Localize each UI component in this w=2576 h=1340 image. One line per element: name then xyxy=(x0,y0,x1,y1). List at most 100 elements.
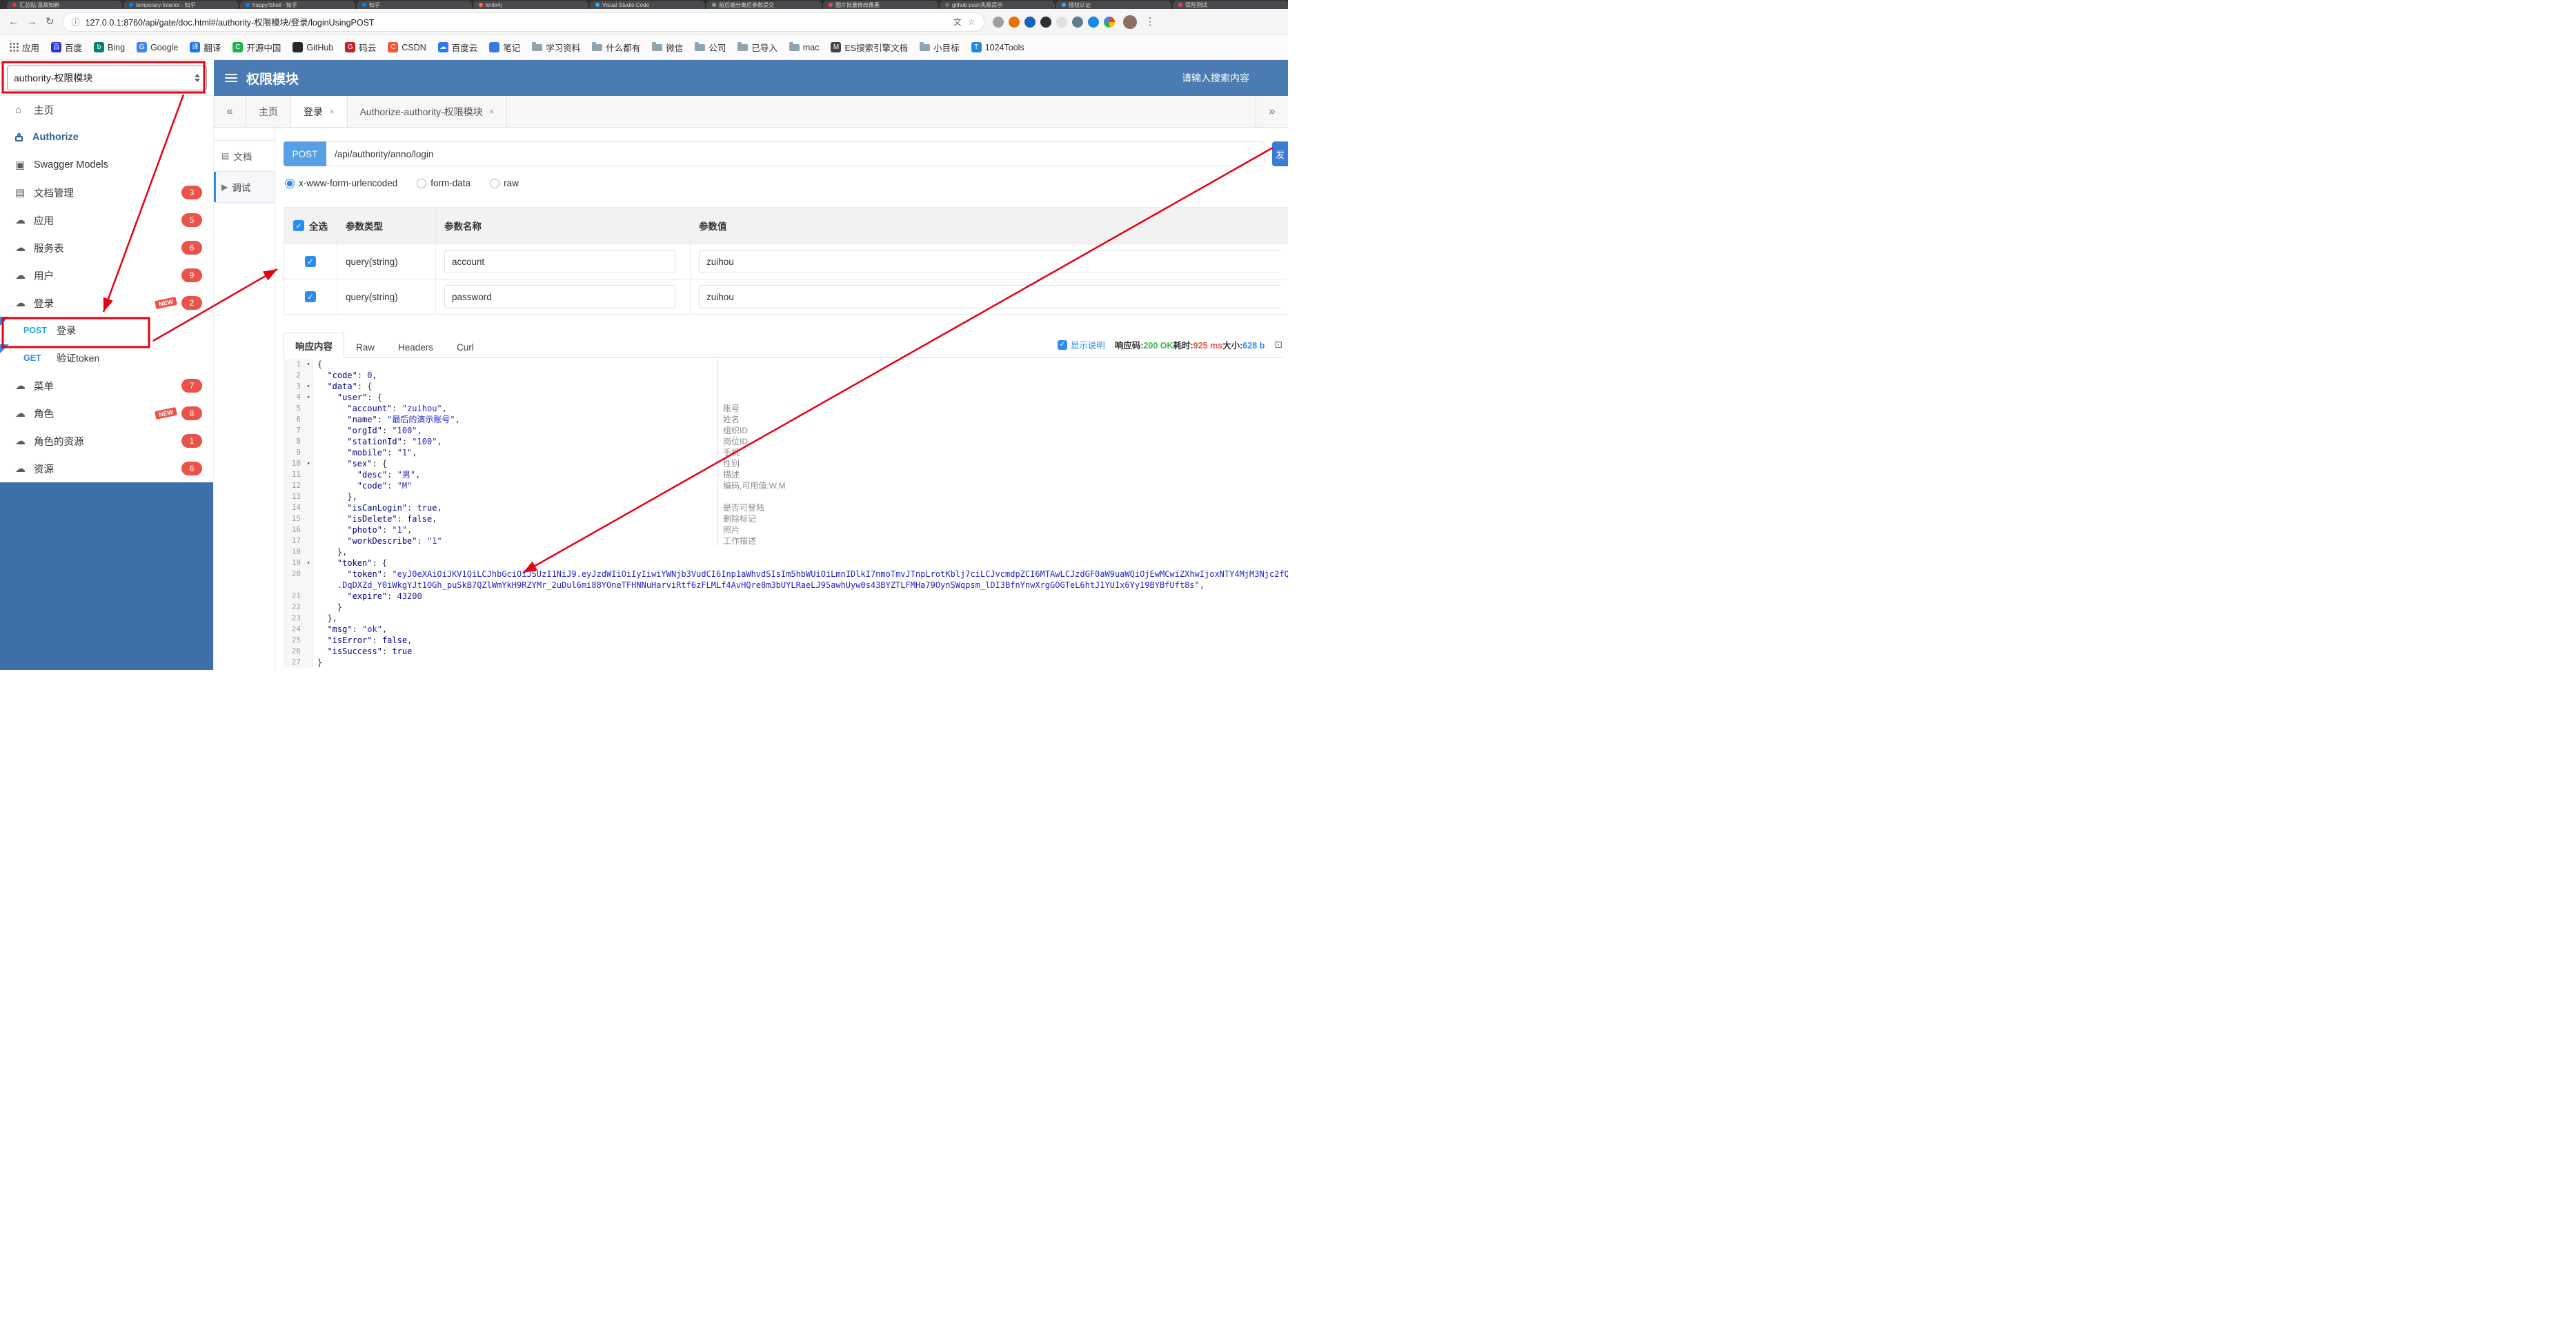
content-type-radio[interactable]: x-www-form-urlencoded xyxy=(285,178,397,188)
bookmark-item[interactable]: 什么都有 xyxy=(592,41,640,54)
browser-tab[interactable]: github push失败提示 xyxy=(940,1,1055,9)
fold-arrow-icon[interactable] xyxy=(304,502,313,513)
hamburger-icon[interactable] xyxy=(225,74,237,82)
bookmark-item[interactable]: C 开源中国 xyxy=(232,41,281,54)
response-tab[interactable]: Curl xyxy=(445,336,486,358)
sidebar-item-doc-manage[interactable]: ▤ 文档管理 3 xyxy=(0,179,213,206)
fold-arrow-icon[interactable] xyxy=(304,580,313,591)
sidebar-item-role[interactable]: ☁ 角色 NEW 8 xyxy=(0,400,213,427)
browser-tab[interactable]: temporary-Interior - 知乎 xyxy=(123,1,239,9)
fold-arrow-icon[interactable] xyxy=(304,546,313,558)
content-type-radio[interactable]: form-data xyxy=(417,178,470,188)
bookmark-item[interactable]: mac xyxy=(789,41,819,52)
response-editor[interactable]: 1 ▾{2 "code": 0, 3 ▾ "data": {4 ▾ "user": {5… xyxy=(284,359,1288,670)
sidebar-api-verify-token-get[interactable]: GET 验证token xyxy=(0,344,213,372)
fold-arrow-icon[interactable] xyxy=(304,469,313,480)
content-type-radio[interactable]: raw xyxy=(490,178,519,188)
browser-tab[interactable]: happy/Shell - 知乎 xyxy=(240,1,355,9)
bookmark-item[interactable]: M ES搜索引擎文档 xyxy=(831,41,908,54)
fold-arrow-icon[interactable] xyxy=(304,425,313,436)
browser-tab[interactable]: 知乎 xyxy=(357,1,472,9)
extension-icon[interactable] xyxy=(1103,16,1115,28)
sidebar-item-role-resource[interactable]: ☁ 角色的资源 1 xyxy=(0,427,213,455)
info-icon[interactable]: ⓘ xyxy=(72,16,80,28)
browser-tab[interactable]: 保险测试 xyxy=(1173,1,1288,9)
close-tab-icon[interactable]: × xyxy=(329,106,335,117)
fold-arrow-icon[interactable] xyxy=(304,480,313,491)
fold-arrow-icon[interactable] xyxy=(304,569,313,580)
sidebar-item-home[interactable]: ⌂ 主页 xyxy=(0,96,213,124)
fold-arrow-icon[interactable] xyxy=(304,491,313,502)
translate-icon[interactable]: 文 xyxy=(953,18,962,26)
fold-arrow-icon[interactable] xyxy=(304,513,313,524)
rail-tab-debug[interactable]: ▶ 调试 xyxy=(214,172,275,203)
extension-icon[interactable] xyxy=(1071,16,1083,28)
bookmark-item[interactable]: T 1024Tools xyxy=(971,42,1024,52)
bookmark-item[interactable]: 已导入 xyxy=(737,41,777,54)
bookmark-item[interactable]: 小目标 xyxy=(920,41,960,54)
sidebar-item-login[interactable]: ☁ 登录 NEW 2 xyxy=(0,289,213,317)
tabs-scroll-left-icon[interactable]: « xyxy=(214,96,246,127)
browser-tab[interactable]: 前后端分离后参数提交 xyxy=(706,1,822,9)
fold-arrow-icon[interactable]: ▾ xyxy=(304,392,313,403)
bookmark-item[interactable]: 应用 xyxy=(10,41,39,54)
fold-arrow-icon[interactable]: ▾ xyxy=(304,381,313,392)
bookmark-item[interactable]: C CSDN xyxy=(388,42,426,52)
fold-arrow-icon[interactable] xyxy=(304,370,313,381)
fold-arrow-icon[interactable] xyxy=(304,447,313,458)
param-name-input[interactable]: account xyxy=(444,250,675,273)
fold-arrow-icon[interactable] xyxy=(304,613,313,624)
extension-icon[interactable] xyxy=(1024,16,1036,28)
bookmark-item[interactable]: G Google xyxy=(137,42,178,52)
sidebar-item-menu[interactable]: ☁ 菜单 7 xyxy=(0,372,213,400)
fold-arrow-icon[interactable] xyxy=(304,646,313,657)
doc-tab[interactable]: Authorize-authority-权限模块 × xyxy=(347,96,508,127)
fold-arrow-icon[interactable] xyxy=(304,414,313,425)
fold-arrow-icon[interactable] xyxy=(304,403,313,414)
bookmark-item[interactable]: 笔记 xyxy=(489,41,520,54)
param-name-input[interactable]: password xyxy=(444,285,675,308)
extension-icon[interactable] xyxy=(1056,16,1067,28)
fold-arrow-icon[interactable]: ▾ xyxy=(304,458,313,469)
row-checkbox[interactable]: ✓ xyxy=(305,256,316,267)
response-tab[interactable]: Raw xyxy=(344,336,386,358)
header-search-input[interactable]: 请输入搜索内容 xyxy=(1182,71,1249,85)
sidebar-api-login-post[interactable]: POST 登录 xyxy=(0,317,213,344)
browser-tab[interactable]: 授权认证 xyxy=(1056,1,1171,9)
bookmark-item[interactable]: 学习资料 xyxy=(532,41,580,54)
bookmark-item[interactable]: 公司 xyxy=(695,41,726,54)
browser-tab[interactable]: 汇总贴:温故知新 xyxy=(7,1,122,9)
fold-arrow-icon[interactable] xyxy=(304,635,313,646)
fold-arrow-icon[interactable] xyxy=(304,535,313,546)
bookmark-item[interactable]: G 码云 xyxy=(345,41,376,54)
fold-arrow-icon[interactable] xyxy=(304,591,313,602)
bookmark-item[interactable]: ☁ 百度云 xyxy=(437,41,477,54)
browser-tab[interactable]: 图片批量修改像素 xyxy=(823,1,938,9)
select-all-checkbox[interactable]: ✓ xyxy=(293,220,304,231)
bookmark-star-icon[interactable]: ☆ xyxy=(968,18,975,26)
param-value-input[interactable]: zuihou xyxy=(699,250,1281,273)
forward-icon[interactable]: → xyxy=(27,17,37,27)
response-tab[interactable]: Headers xyxy=(386,336,445,358)
browser-tab[interactable]: knife4j xyxy=(473,1,588,9)
bookmark-item[interactable]: 译翻译 xyxy=(190,41,221,54)
response-tab[interactable]: 响应内容 xyxy=(284,333,344,358)
sidebar-item-service[interactable]: ☁ 服务表 6 xyxy=(0,234,213,262)
fullscreen-icon[interactable]: ⊡ xyxy=(1274,339,1282,351)
send-button[interactable]: 发 xyxy=(1272,141,1288,166)
fold-arrow-icon[interactable] xyxy=(304,657,313,668)
back-icon[interactable]: ← xyxy=(8,17,19,27)
reload-icon[interactable]: ↻ xyxy=(46,17,55,27)
sidebar-item-swagger-models[interactable]: ▣ Swagger Models xyxy=(0,151,213,179)
doc-tab[interactable]: 主页 xyxy=(246,96,291,127)
sidebar-item-resource[interactable]: ☁ 资源 6 xyxy=(0,455,213,482)
fold-arrow-icon[interactable] xyxy=(304,602,313,613)
sidebar-item-app[interactable]: ☁ 应用 5 xyxy=(0,206,213,234)
extension-icon[interactable] xyxy=(1040,16,1051,28)
bookmark-item[interactable]: b Bing xyxy=(94,42,125,52)
profile-avatar[interactable] xyxy=(1122,14,1137,29)
extension-icon[interactable] xyxy=(992,16,1004,28)
bookmark-item[interactable]: 微信 xyxy=(652,41,683,54)
row-checkbox[interactable]: ✓ xyxy=(305,291,316,302)
module-select[interactable]: authority-权限模块 xyxy=(7,65,207,90)
